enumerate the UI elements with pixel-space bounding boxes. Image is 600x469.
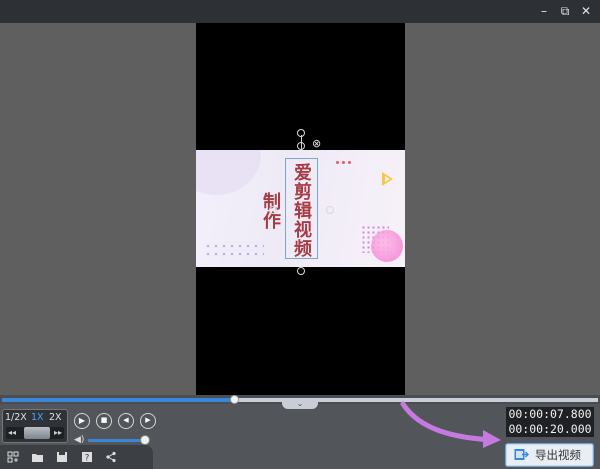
time-display: 00:00:07.800 00:00:20.000	[506, 407, 594, 437]
export-icon	[514, 449, 529, 460]
speed-1x[interactable]: 1X	[31, 412, 44, 424]
left-handle[interactable]	[269, 206, 277, 214]
speed-right-icon[interactable]: ▸▸	[54, 428, 62, 437]
current-time: 00:00:07.800	[508, 407, 592, 421]
speed-control: 1/2X 1X 2X ◂◂ ▸▸	[2, 409, 68, 443]
minimize-button[interactable]: –	[535, 3, 553, 20]
next-frame-button[interactable]: ▶	[140, 413, 156, 429]
preview-stage: 爱剪辑视频制作 ⊗	[0, 23, 600, 395]
clip-image: 爱剪辑视频制作	[196, 150, 405, 267]
decor-circle	[196, 150, 261, 195]
delete-handle-icon[interactable]: ⊗	[312, 137, 321, 150]
annotation-arrow	[400, 401, 501, 448]
text-overlay[interactable]: 爱剪辑视频制作	[260, 163, 317, 258]
decor-pink-circle	[371, 230, 403, 262]
collapse-toggle[interactable]: ⌄	[282, 400, 318, 409]
total-time: 00:00:20.000	[508, 422, 592, 436]
speed-slider[interactable]: ◂◂ ▸▸	[6, 427, 64, 439]
play-button[interactable]: ▶	[74, 413, 90, 429]
volume-icon[interactable]: ◀)	[74, 435, 84, 445]
timeline-scrubber[interactable]	[230, 395, 240, 404]
restore-button[interactable]: ⧉	[556, 3, 574, 20]
open-folder-icon[interactable]	[31, 451, 43, 463]
bottom-toolbar: ?	[0, 445, 153, 469]
stop-button[interactable]: ■	[96, 413, 112, 429]
save-icon[interactable]	[56, 451, 68, 463]
speed-half[interactable]: 1/2X	[5, 412, 27, 424]
decor-dot	[336, 161, 339, 164]
right-handle[interactable]	[326, 206, 334, 214]
close-button[interactable]: ✕	[577, 3, 595, 20]
help-icon[interactable]: ?	[81, 451, 93, 464]
decor-dot	[342, 161, 345, 164]
volume-slider[interactable]	[88, 439, 144, 442]
top-handle[interactable]	[297, 142, 305, 150]
decor-dots-blue	[204, 242, 264, 258]
decor-dot	[348, 161, 351, 164]
text-selection-box[interactable]: 爱剪辑视频制作	[260, 158, 318, 259]
video-frame[interactable]: 爱剪辑视频制作 ⊗	[196, 23, 405, 395]
export-video-button[interactable]: 导出视频	[505, 443, 594, 467]
title-bar: – ⧉ ✕	[0, 0, 600, 23]
share-icon[interactable]	[105, 451, 117, 463]
import-icon[interactable]	[7, 451, 19, 463]
speed-slider-thumb[interactable]	[24, 427, 50, 439]
svg-text:?: ?	[85, 454, 90, 464]
rotate-handle[interactable]	[297, 129, 305, 137]
export-video-label: 导出视频	[535, 448, 581, 462]
bottom-handle[interactable]	[297, 267, 305, 275]
decor-play-icon-inner	[385, 176, 390, 182]
volume-slider-thumb[interactable]	[140, 435, 150, 445]
speed-2x[interactable]: 2X	[49, 412, 62, 424]
previous-frame-button[interactable]: ◀	[118, 413, 134, 429]
speed-left-icon[interactable]: ◂◂	[8, 428, 16, 437]
